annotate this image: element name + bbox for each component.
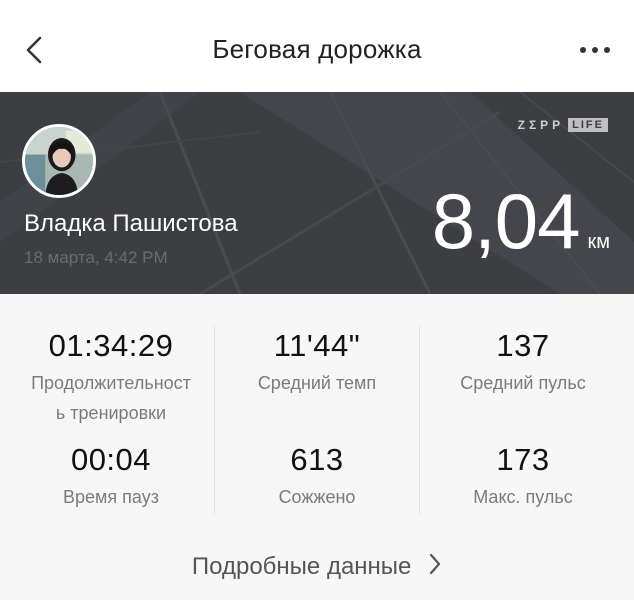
stat-average-pace: 11'44" Средний темп: [217, 328, 417, 398]
detailed-data-label: Подробные данные: [191, 552, 412, 580]
avatar-image: [25, 127, 93, 195]
column-divider: [214, 326, 215, 514]
zepp-life-logo: ZΣPP LIFE: [518, 118, 608, 132]
stat-duration: 01:34:29 Продолжительност ь тренировки: [11, 328, 211, 428]
top-bar: Беговая дорожка: [0, 0, 634, 92]
stat-label: Время пауз: [63, 487, 159, 507]
stat-value: 137: [496, 328, 550, 363]
user-name: Владка Пашистова: [24, 210, 238, 237]
workout-summary-header: ZΣPP LIFE Владка Пашистова 18 марта, 4:4…: [0, 92, 634, 294]
stat-label: Продолжительност ь тренировки: [31, 373, 191, 423]
more-dot: [580, 47, 586, 53]
distance-unit: км: [587, 231, 611, 253]
page-title: Беговая дорожка: [212, 34, 422, 64]
more-dot: [604, 47, 610, 53]
stat-calories-burned: 613 Сожжено: [217, 442, 417, 512]
more-dot: [592, 47, 598, 53]
brand-zepp-text: ZΣPP: [517, 118, 565, 132]
stat-label: Средний темп: [257, 373, 377, 393]
stat-value: 173: [496, 442, 550, 477]
stat-label: Сожжено: [278, 487, 356, 507]
brand-life-text: LIFE: [568, 118, 608, 132]
stat-pause-time: 00:04 Время пауз: [11, 442, 211, 512]
chevron-right-icon: [428, 552, 442, 583]
stat-value: 01:34:29: [48, 328, 174, 363]
column-divider: [419, 326, 420, 514]
stat-value: 00:04: [70, 442, 152, 477]
stats-panel: 01:34:29 Продолжительност ь тренировки 1…: [0, 294, 634, 600]
more-button[interactable]: [580, 38, 610, 62]
stat-average-heart-rate: 137 Средний пульс: [423, 328, 623, 398]
distance-value: 8,04: [431, 177, 581, 265]
stat-value: 613: [290, 442, 344, 477]
stat-max-heart-rate: 173 Макс. пульс: [423, 442, 623, 512]
distance-display: 8,04 км: [432, 176, 610, 267]
detailed-data-link[interactable]: Подробные данные: [0, 552, 634, 583]
stat-label: Средний пульс: [460, 373, 586, 393]
avatar[interactable]: [22, 124, 96, 198]
workout-date: 18 марта, 4:42 PM: [24, 248, 168, 267]
stat-label: Макс. пульс: [473, 487, 573, 507]
stat-value: 11'44": [273, 328, 361, 363]
